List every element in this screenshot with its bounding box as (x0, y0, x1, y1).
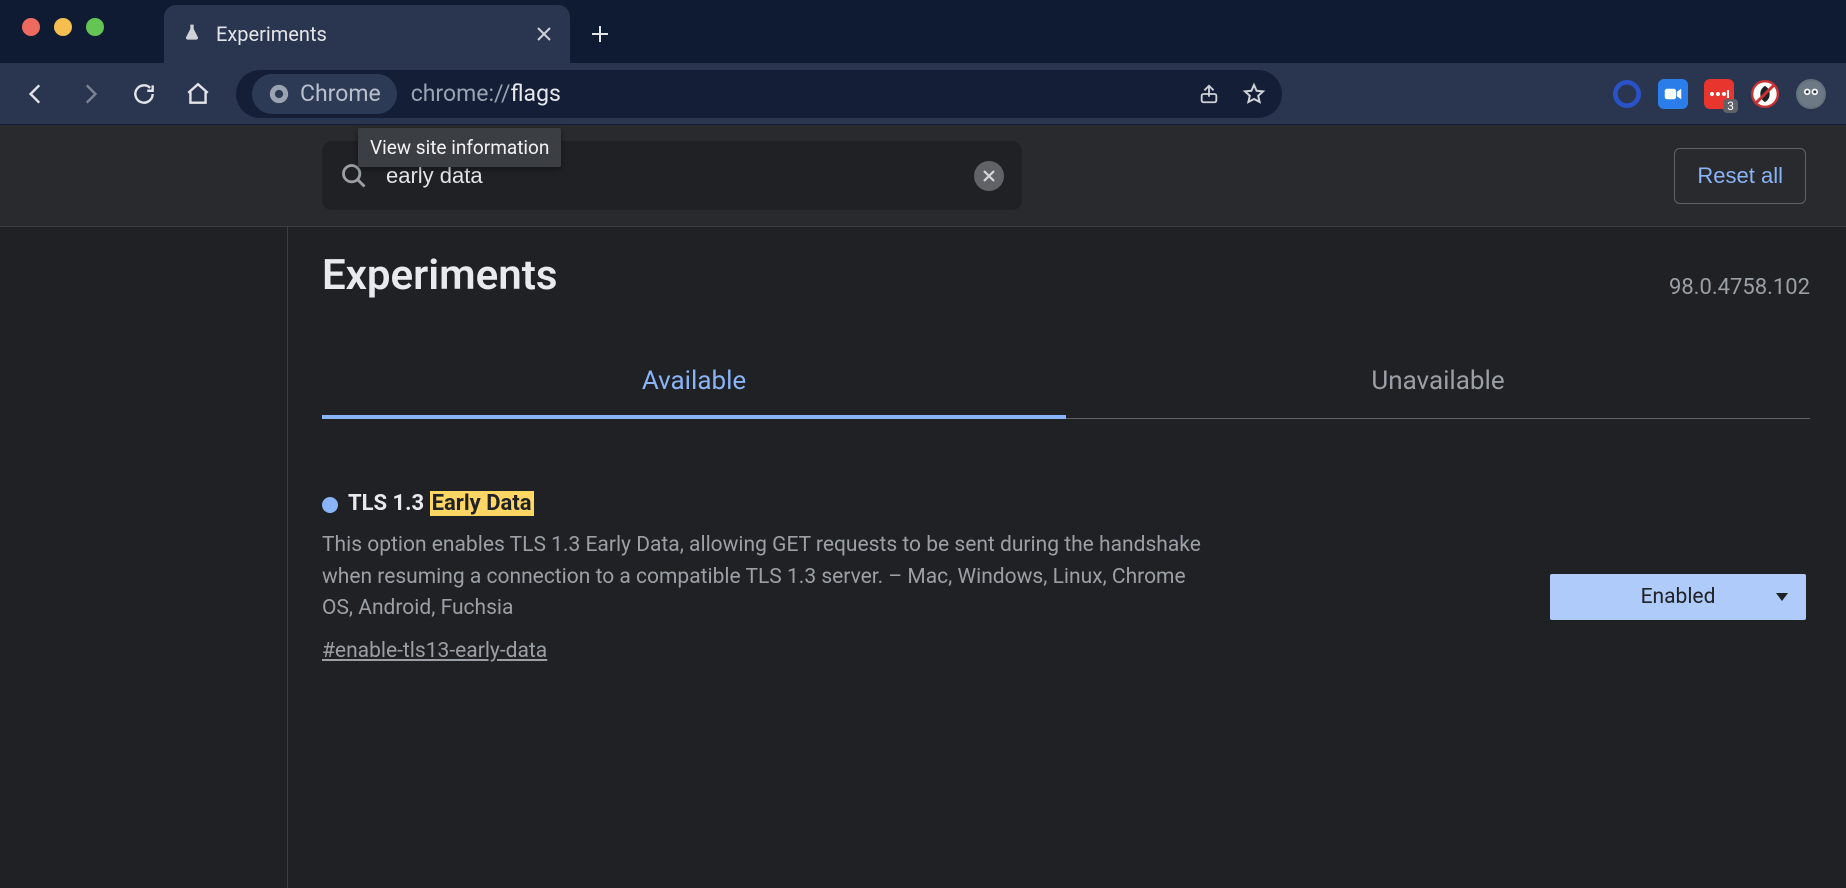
forward-button[interactable] (68, 72, 112, 116)
flag-permalink[interactable]: #enable-tls13-early-data (322, 639, 547, 663)
new-tab-button[interactable] (570, 5, 630, 63)
reload-button[interactable] (122, 72, 166, 116)
chrome-icon (268, 83, 290, 105)
omnibox-actions (1198, 82, 1266, 106)
left-gutter (0, 227, 288, 888)
share-icon[interactable] (1198, 82, 1220, 106)
window-minimize-button[interactable] (54, 18, 72, 36)
browser-toolbar: Chrome chrome://flags 3 (0, 63, 1846, 125)
flags-tabs: Available Unavailable (322, 348, 1810, 419)
extension-lastpass-icon[interactable]: 3 (1704, 79, 1734, 109)
tab-available[interactable]: Available (322, 348, 1066, 418)
flag-description: This option enables TLS 1.3 Early Data, … (322, 530, 1202, 625)
extension-area: 3 (1612, 79, 1832, 109)
modified-indicator-icon (322, 497, 338, 513)
home-button[interactable] (176, 72, 220, 116)
reset-all-button[interactable]: Reset all (1674, 148, 1806, 204)
address-bar[interactable]: Chrome chrome://flags (236, 70, 1282, 118)
site-info-chip[interactable]: Chrome (252, 74, 397, 114)
extension-zoom-icon[interactable] (1658, 79, 1688, 109)
window-controls (22, 0, 164, 63)
tab-strip: Experiments (0, 0, 1846, 63)
page-title: Experiments (322, 251, 557, 300)
extension-noscript-icon[interactable] (1750, 79, 1780, 109)
back-button[interactable] (14, 72, 58, 116)
browser-tab[interactable]: Experiments (164, 5, 570, 63)
flag-info: TLS 1.3 Early Data This option enables T… (322, 491, 1520, 663)
extension-badge: 3 (1723, 99, 1738, 113)
chrome-version: 98.0.4758.102 (1669, 275, 1810, 300)
flags-main: Experiments 98.0.4758.102 Available Unav… (0, 227, 1846, 888)
flag-control: Enabled (1550, 491, 1810, 663)
site-info-tooltip: View site information (358, 128, 561, 167)
close-tab-button[interactable] (536, 26, 552, 42)
flag-state-select[interactable]: Enabled (1550, 574, 1806, 620)
profile-avatar[interactable] (1796, 79, 1826, 109)
url-display: chrome://flags (411, 80, 561, 107)
heading-row: Experiments 98.0.4758.102 (322, 251, 1810, 300)
window-zoom-button[interactable] (86, 18, 104, 36)
flags-content: Experiments 98.0.4758.102 Available Unav… (288, 227, 1846, 888)
clear-search-button[interactable] (974, 161, 1004, 191)
url-scheme: chrome:// (411, 80, 511, 107)
chip-label: Chrome (300, 80, 381, 107)
tab-unavailable[interactable]: Unavailable (1066, 348, 1810, 418)
url-path: flags (511, 80, 561, 107)
flag-title-row: TLS 1.3 Early Data (322, 491, 1520, 516)
flags-search-row: Reset all (0, 125, 1846, 227)
bookmark-star-icon[interactable] (1242, 82, 1266, 106)
flag-title-prefix: TLS 1.3 (348, 491, 430, 516)
tab-title: Experiments (216, 22, 327, 46)
flask-icon (182, 23, 202, 45)
window-close-button[interactable] (22, 18, 40, 36)
extension-circle-icon[interactable] (1612, 79, 1642, 109)
flag-state-value: Enabled (1641, 585, 1716, 609)
flag-title: TLS 1.3 Early Data (348, 491, 534, 516)
page-content: Reset all Experiments 98.0.4758.102 Avai… (0, 125, 1846, 888)
flag-title-highlight: Early Data (430, 491, 534, 516)
flag-item: TLS 1.3 Early Data This option enables T… (322, 491, 1810, 663)
